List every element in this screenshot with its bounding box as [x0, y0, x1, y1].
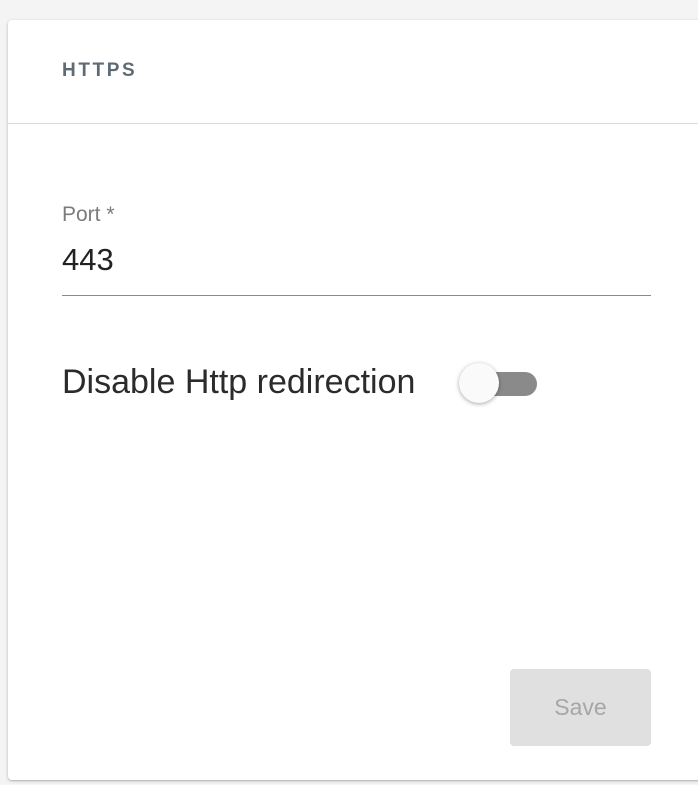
port-input[interactable]: [62, 239, 651, 296]
port-label: Port *: [62, 203, 115, 226]
toggle-thumb[interactable]: [459, 363, 500, 403]
http-redirection-row: Disable Http redirection: [62, 360, 538, 404]
http-redirection-toggle[interactable]: [459, 360, 538, 404]
card-header: HTTPS: [8, 20, 698, 124]
https-settings-card: HTTPS Port * Disable Http redirection Sa…: [8, 20, 698, 780]
card-title: HTTPS: [62, 59, 138, 81]
port-field: Port *: [62, 204, 651, 296]
http-redirection-label: Disable Http redirection: [62, 362, 416, 401]
save-button[interactable]: Save: [510, 669, 651, 746]
